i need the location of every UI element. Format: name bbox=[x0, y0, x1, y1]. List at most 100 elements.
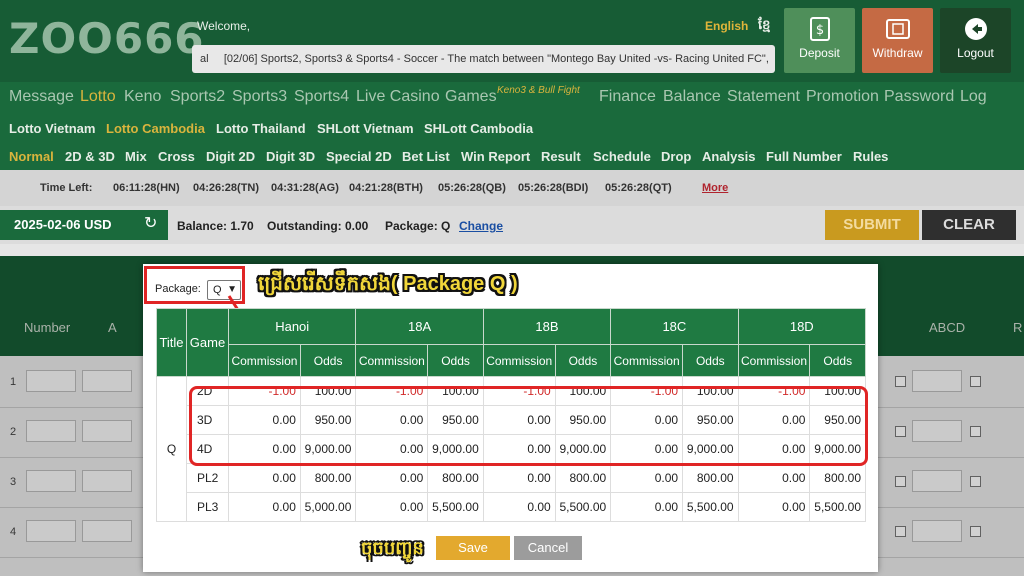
time-qt: 05:26:28(QT) bbox=[605, 182, 672, 194]
commission-cell: 0.00 bbox=[355, 492, 429, 522]
tab-schedule[interactable]: Schedule bbox=[593, 149, 651, 164]
table-row: Q 2D -1.00 100.00 -1.00 100.00 -1.00 100… bbox=[156, 376, 866, 522]
odds-cell: 9,000.00 bbox=[682, 434, 739, 464]
commission-cell: 0.00 bbox=[482, 405, 556, 435]
nav-finance[interactable]: Finance bbox=[599, 88, 656, 106]
odds-cell: 950.00 bbox=[682, 405, 739, 435]
language-english-link[interactable]: English bbox=[705, 19, 748, 33]
commission-cell: -1.00 bbox=[482, 376, 556, 406]
site-logo[interactable]: ZOO666 bbox=[9, 14, 205, 63]
header-game: Game bbox=[186, 308, 229, 377]
commission-cell: 0.00 bbox=[355, 463, 429, 493]
time-tn: 04:26:28(TN) bbox=[193, 182, 260, 194]
submit-button[interactable]: SUBMIT bbox=[825, 210, 919, 240]
commission-cell: 0.00 bbox=[482, 463, 556, 493]
tab-analysis[interactable]: Analysis bbox=[702, 149, 755, 164]
odds-cell: 950.00 bbox=[554, 405, 612, 435]
tab-cross[interactable]: Cross bbox=[158, 149, 195, 164]
nav-shlott-vietnam[interactable]: SHLott Vietnam bbox=[317, 121, 414, 136]
commission-cell: 0.00 bbox=[610, 463, 684, 493]
commission-cell: 0.00 bbox=[228, 434, 301, 464]
bet-type-nav: Normal 2D & 3D Mix Cross Digit 2D Digit … bbox=[0, 142, 1024, 170]
time-hn: 06:11:28(HN) bbox=[113, 182, 180, 194]
commission-cell: 0.00 bbox=[355, 405, 429, 435]
withdraw-button[interactable]: Withdraw bbox=[862, 8, 933, 73]
header-region-hanoi: Hanoi bbox=[227, 308, 357, 345]
package-label: Package: bbox=[155, 283, 201, 295]
control-bar: 2025-02-06 USD ↻ Balance: 1.70 Outstandi… bbox=[0, 206, 1024, 244]
ticker-prefix: al bbox=[200, 53, 209, 65]
header-commission: Commission bbox=[355, 344, 429, 377]
commission-cell: 0.00 bbox=[610, 405, 684, 435]
tab-2d-3d[interactable]: 2D & 3D bbox=[65, 149, 115, 164]
date-currency-display: 2025-02-06 USD bbox=[0, 210, 168, 240]
header-commission: Commission bbox=[610, 344, 684, 377]
nav-sports3[interactable]: Sports3 bbox=[232, 88, 287, 106]
cancel-button[interactable]: Cancel bbox=[514, 536, 582, 560]
odds-cell: 9,000.00 bbox=[554, 434, 612, 464]
commission-cell: 0.00 bbox=[737, 463, 811, 493]
nav-sports2[interactable]: Sports2 bbox=[170, 88, 225, 106]
tab-rules[interactable]: Rules bbox=[853, 149, 888, 164]
deposit-button[interactable]: $ Deposit bbox=[784, 8, 855, 73]
nav-sports4[interactable]: Sports4 bbox=[294, 88, 349, 106]
nav-balance[interactable]: Balance bbox=[663, 88, 721, 106]
nav-shlott-cambodia[interactable]: SHLott Cambodia bbox=[424, 121, 533, 136]
tab-special-2d[interactable]: Special 2D bbox=[326, 149, 392, 164]
tab-win-report[interactable]: Win Report bbox=[461, 149, 530, 164]
refresh-icon[interactable]: ↻ bbox=[144, 216, 157, 232]
nav-statement[interactable]: Statement bbox=[727, 88, 800, 106]
header-commission: Commission bbox=[482, 344, 556, 377]
nav-password[interactable]: Password bbox=[884, 88, 954, 106]
header-region-18d: 18D bbox=[737, 308, 867, 345]
nav-lotto-cambodia[interactable]: Lotto Cambodia bbox=[106, 121, 205, 136]
time-left-bar: Time Left: 06:11:28(HN) 04:26:28(TN) 04:… bbox=[0, 170, 1024, 206]
nav-live-casino[interactable]: Live Casino bbox=[356, 88, 440, 106]
tab-bet-list[interactable]: Bet List bbox=[402, 149, 450, 164]
tab-full-number[interactable]: Full Number bbox=[766, 149, 842, 164]
commission-cell: 0.00 bbox=[228, 405, 301, 435]
welcome-text: Welcome, bbox=[197, 19, 251, 33]
nav-lotto-thailand[interactable]: Lotto Thailand bbox=[216, 121, 306, 136]
tab-mix[interactable]: Mix bbox=[125, 149, 147, 164]
table-row: 3D 0.00 950.00 0.00 950.00 0.00 950.00 0… bbox=[157, 405, 866, 435]
lotto-nav: Lotto Vietnam Lotto Cambodia Lotto Thail… bbox=[0, 114, 1024, 142]
package-select-value: Q bbox=[213, 284, 222, 296]
nav-log[interactable]: Log bbox=[960, 88, 987, 106]
tab-result[interactable]: Result bbox=[541, 149, 581, 164]
outstanding-text: Outstanding: 0.00 bbox=[267, 219, 369, 233]
logout-button[interactable]: Logout bbox=[940, 8, 1011, 73]
commission-cell: -1.00 bbox=[228, 376, 301, 406]
commission-cell: 0.00 bbox=[610, 492, 684, 522]
odds-cell: 5,500.00 bbox=[809, 492, 866, 522]
odds-cell: 800.00 bbox=[554, 463, 612, 493]
more-times-link[interactable]: More bbox=[702, 182, 728, 194]
nav-lotto-vietnam[interactable]: Lotto Vietnam bbox=[9, 121, 95, 136]
nav-lotto[interactable]: Lotto bbox=[80, 88, 116, 106]
tab-digit-3d[interactable]: Digit 3D bbox=[266, 149, 315, 164]
tab-drop[interactable]: Drop bbox=[661, 149, 691, 164]
nav-message[interactable]: Message bbox=[9, 88, 74, 106]
odds-cell: 100.00 bbox=[299, 376, 357, 406]
change-package-link[interactable]: Change bbox=[459, 219, 503, 233]
tab-digit-2d[interactable]: Digit 2D bbox=[206, 149, 255, 164]
ticker-text: [02/06] Sports2, Sports3 & Sports4 - Soc… bbox=[223, 53, 769, 65]
nav-promotion[interactable]: Promotion bbox=[806, 88, 879, 106]
header-title: Title bbox=[156, 308, 187, 377]
save-button[interactable]: Save bbox=[436, 536, 510, 560]
game-cell: 4D bbox=[186, 434, 229, 464]
nav-keno[interactable]: Keno bbox=[124, 88, 161, 106]
top-header: ZOO666 Welcome, English ខ្មែ al [02/06] … bbox=[0, 0, 1024, 82]
tab-normal[interactable]: Normal bbox=[9, 149, 54, 164]
odds-cell: 800.00 bbox=[809, 463, 866, 493]
odds-cell: 100.00 bbox=[682, 376, 739, 406]
commission-cell: 0.00 bbox=[228, 492, 301, 522]
commission-cell: -1.00 bbox=[737, 376, 811, 406]
clear-button[interactable]: CLEAR bbox=[922, 210, 1016, 240]
language-khmer-link[interactable]: ខ្មែ bbox=[758, 17, 770, 36]
odds-cell: 5,500.00 bbox=[427, 492, 484, 522]
game-cell: 3D bbox=[186, 405, 229, 435]
nav-games[interactable]: Games bbox=[445, 88, 497, 106]
commission-cell: 0.00 bbox=[355, 434, 429, 464]
odds-cell: 100.00 bbox=[554, 376, 612, 406]
